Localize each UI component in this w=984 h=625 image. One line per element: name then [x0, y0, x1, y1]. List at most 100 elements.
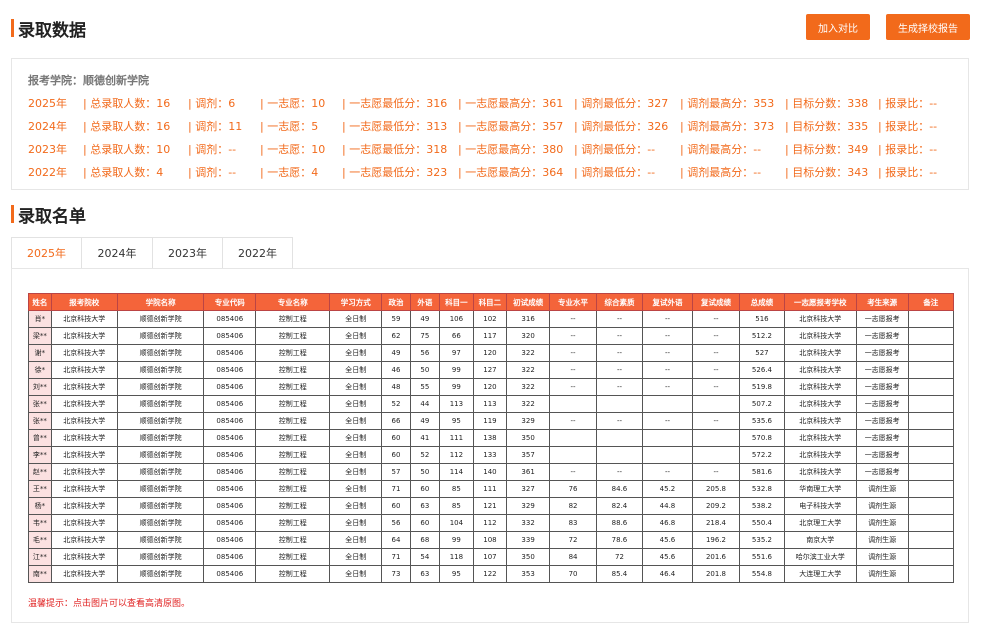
table-row[interactable]: 张** 北京科技大学 顺德创新学院 085406 控制工程 全日制 66 49 95 119 329… [28, 412, 954, 430]
table-cell [691, 395, 741, 413]
tab-2024[interactable]: 2024年 [81, 237, 152, 269]
table-cell: 南** [28, 565, 52, 583]
table-cell: 一志愿报考 [855, 361, 909, 379]
table-cell: 46 [381, 361, 411, 379]
table-cell: 北京科技大学 [50, 446, 118, 464]
table-cell: 控制工程 [255, 531, 331, 549]
column-header: 外语 [409, 293, 440, 311]
table-cell: 127 [472, 361, 507, 379]
column-header: 复试成绩 [691, 293, 741, 311]
table-cell: 120 [472, 378, 507, 396]
table-row[interactable]: 赵** 北京科技大学 顺德创新学院 085406 控制工程 全日制 57 50 114 140 36… [28, 463, 954, 481]
table-row[interactable]: 王** 北京科技大学 顺德创新学院 085406 控制工程 全日制 71 60 85 111 327… [28, 480, 954, 498]
stat-adj-max: | 调剂最高分：-- [680, 143, 762, 156]
column-header: 专业名称 [255, 293, 331, 311]
table-cell: 085406 [203, 378, 257, 396]
stat-adj-min: | 调剂最低分：-- [574, 143, 656, 156]
table-row[interactable]: 南** 北京科技大学 顺德创新学院 085406 控制工程 全日制 73 63 95 122 353… [28, 565, 954, 583]
generate-report-button[interactable]: 生成择校报告 [886, 14, 970, 40]
table-cell: 99 [438, 361, 474, 379]
table-cell: -- [595, 463, 644, 481]
stat-total: | 总录取人数：10 [83, 143, 171, 156]
table-cell [549, 395, 597, 413]
table-cell: 控制工程 [255, 310, 331, 328]
table-cell [907, 429, 954, 447]
tab-2023[interactable]: 2023年 [152, 237, 222, 269]
table-cell: 45.6 [642, 548, 693, 566]
admission-table-panel: 姓名 报考院校 学院名称 专业代码 专业名称 学习方式 政治 外语 科目一 科目二 初试成绩 专业水平… [11, 268, 969, 623]
stat-ratio: | 报录比：-- [878, 143, 938, 156]
table-cell: 70 [549, 565, 597, 583]
table-cell: 63 [409, 565, 440, 583]
table-cell [907, 480, 954, 498]
table-cell: -- [595, 327, 644, 345]
table-cell: 120 [472, 344, 507, 362]
table-cell: 82 [549, 497, 597, 515]
table-row[interactable]: 刘** 北京科技大学 顺德创新学院 085406 控制工程 全日制 48 55 99 120 322… [28, 378, 954, 396]
table-cell: 北京科技大学 [783, 446, 857, 464]
table-cell [595, 395, 644, 413]
admission-table[interactable]: 姓名 报考院校 学院名称 专业代码 专业名称 学习方式 政治 外语 科目一 科目二 初试成绩 专业水平… [28, 293, 954, 583]
table-row[interactable]: 谢* 北京科技大学 顺德创新学院 085406 控制工程 全日制 49 56 97 120 322-… [28, 344, 954, 362]
table-cell: 49 [381, 344, 411, 362]
table-cell: 一志愿报考 [855, 310, 909, 328]
table-row[interactable]: 毛** 北京科技大学 顺德创新学院 085406 控制工程 全日制 64 68 99 108 339… [28, 531, 954, 549]
add-compare-button[interactable]: 加入对比 [806, 14, 870, 40]
table-cell: 554.8 [739, 565, 785, 583]
table-cell: 控制工程 [255, 327, 331, 345]
table-cell: 调剂生源 [855, 548, 909, 566]
column-header: 复试外语 [642, 293, 693, 311]
table-row[interactable]: 江** 北京科技大学 顺德创新学院 085406 控制工程 全日制 71 54 118 107 35… [28, 548, 954, 566]
table-cell: 全日制 [329, 514, 383, 532]
table-row[interactable]: 张** 北京科技大学 顺德创新学院 085406 控制工程 全日制 52 44 113 113 32… [28, 395, 954, 413]
table-row[interactable]: 杨* 北京科技大学 顺德创新学院 085406 控制工程 全日制 60 63 85 121 329 8… [28, 497, 954, 515]
table-cell: 刘** [28, 378, 52, 396]
table-cell: 327 [505, 480, 551, 498]
table-cell: 控制工程 [255, 412, 331, 430]
table-cell: 46.8 [642, 514, 693, 532]
table-cell: 顺德创新学院 [116, 429, 205, 447]
table-cell: 谢* [28, 344, 52, 362]
table-cell: 曾** [28, 429, 52, 447]
table-cell: 085406 [203, 446, 257, 464]
table-cell: 全日制 [329, 548, 383, 566]
table-row[interactable]: 李** 北京科技大学 顺德创新学院 085406 控制工程 全日制 60 52 112 133 35… [28, 446, 954, 464]
stat-first-min: | 一志愿最低分：313 [342, 120, 448, 133]
table-cell: 一志愿报考 [855, 344, 909, 362]
table-cell: 133 [472, 446, 507, 464]
table-row[interactable]: 韦** 北京科技大学 顺德创新学院 085406 控制工程 全日制 56 60 104 112 33… [28, 514, 954, 532]
table-cell: 196.2 [691, 531, 741, 549]
table-cell: -- [549, 463, 597, 481]
stat-adj-min: | 调剂最低分：-- [574, 166, 656, 179]
table-row[interactable]: 梁** 北京科技大学 顺德创新学院 085406 控制工程 全日制 62 75 66 117 320… [28, 327, 954, 345]
column-header: 总成绩 [739, 293, 785, 311]
table-cell: 316 [505, 310, 551, 328]
table-cell: 114 [438, 463, 474, 481]
table-cell [907, 446, 954, 464]
stat-adj-min: | 调剂最低分：326 [574, 120, 669, 133]
table-cell: -- [549, 378, 597, 396]
table-cell: 48 [381, 378, 411, 396]
table-row[interactable]: 徐* 北京科技大学 顺德创新学院 085406 控制工程 全日制 46 50 99 127 322-… [28, 361, 954, 379]
tab-2025[interactable]: 2025年 [11, 237, 81, 269]
table-cell: 韦** [28, 514, 52, 532]
stat-adj-max: | 调剂最高分：353 [680, 97, 775, 110]
table-cell: -- [691, 361, 741, 379]
table-cell: 江** [28, 548, 52, 566]
table-cell: 全日制 [329, 463, 383, 481]
column-header: 专业水平 [549, 293, 597, 311]
table-cell: 顺德创新学院 [116, 327, 205, 345]
column-header: 姓名 [28, 293, 52, 311]
tab-2022[interactable]: 2022年 [222, 237, 293, 269]
table-cell: 117 [472, 327, 507, 345]
table-row[interactable]: 曾** 北京科技大学 顺德创新学院 085406 控制工程 全日制 60 41 111 138 35… [28, 429, 954, 447]
table-cell: 64 [381, 531, 411, 549]
table-row[interactable]: 肖* 北京科技大学 顺德创新学院 085406 控制工程 全日制 59 49 106 102 316… [28, 310, 954, 328]
table-cell: 一志愿报考 [855, 378, 909, 396]
table-cell: 99 [438, 378, 474, 396]
table-cell: 顺德创新学院 [116, 531, 205, 549]
table-cell: 56 [381, 514, 411, 532]
table-cell [549, 446, 597, 464]
table-cell [907, 361, 954, 379]
table-cell: 60 [409, 514, 440, 532]
